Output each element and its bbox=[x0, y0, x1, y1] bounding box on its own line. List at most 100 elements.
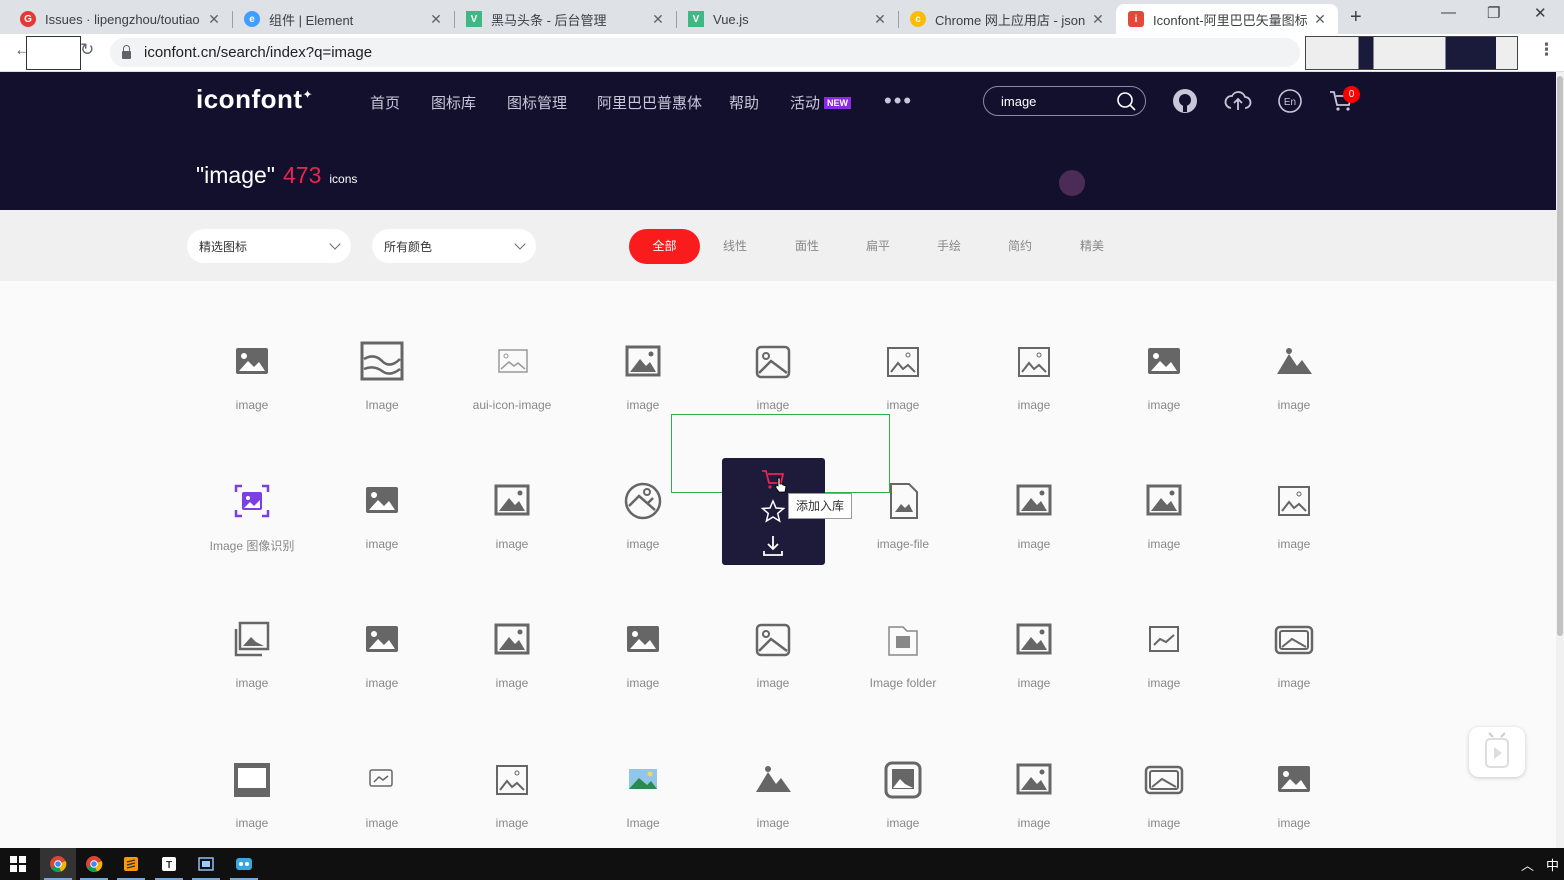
tab-issues[interactable]: G Issues · lipengzhou/toutiao ✕ bbox=[8, 4, 232, 34]
window-close-icon[interactable]: ✕ bbox=[1534, 4, 1547, 22]
category-flat[interactable]: 扁平 bbox=[853, 229, 903, 264]
icon-card[interactable]: image bbox=[1229, 427, 1359, 551]
category-simple[interactable]: 简约 bbox=[995, 229, 1045, 264]
taskbar-chrome-2[interactable] bbox=[76, 848, 112, 880]
icon-card[interactable]: image bbox=[1229, 706, 1359, 830]
icon-type-select[interactable]: 精选图标 bbox=[187, 229, 351, 263]
menu-icon[interactable]: ⋮ bbox=[1538, 40, 1555, 60]
close-tab-icon[interactable]: ✕ bbox=[428, 11, 444, 28]
tab-title: Iconfont-阿里巴巴矢量图标 bbox=[1153, 12, 1308, 28]
icon-card[interactable]: image bbox=[578, 288, 708, 412]
new-tab-button[interactable]: + bbox=[1350, 6, 1362, 29]
svg-text:En: En bbox=[1284, 97, 1296, 108]
close-tab-icon[interactable]: ✕ bbox=[1312, 11, 1328, 28]
taskbar-typora[interactable]: T bbox=[151, 848, 187, 880]
icon-card[interactable]: image bbox=[969, 706, 1099, 830]
taskbar-sublime[interactable] bbox=[113, 848, 149, 880]
iconfont-logo[interactable]: iconfont✦ bbox=[196, 84, 313, 115]
tab-webstore[interactable]: c Chrome 网上应用店 - json ✕ bbox=[898, 4, 1116, 34]
search-input[interactable]: image bbox=[983, 86, 1146, 116]
nav-icon-library[interactable]: 图标库 bbox=[431, 92, 476, 113]
close-tab-icon[interactable]: ✕ bbox=[650, 11, 666, 28]
nav-help[interactable]: 帮助 bbox=[729, 92, 759, 113]
icon-card[interactable]: image bbox=[1099, 566, 1229, 690]
close-tab-icon[interactable]: ✕ bbox=[1090, 11, 1106, 28]
icon-card[interactable]: image bbox=[1099, 706, 1229, 830]
icon-card[interactable]: Image bbox=[317, 288, 447, 412]
icon-card[interactable]: image bbox=[1229, 566, 1359, 690]
category-hand-drawn[interactable]: 手绘 bbox=[924, 229, 974, 264]
icon-card[interactable]: image bbox=[447, 706, 577, 830]
category-fill[interactable]: 面性 bbox=[782, 229, 832, 264]
upload-cloud-icon[interactable] bbox=[1224, 88, 1252, 114]
icon-card[interactable]: image bbox=[708, 706, 838, 830]
icon-label: image bbox=[1017, 398, 1051, 412]
floating-video-button[interactable] bbox=[1469, 727, 1525, 777]
icon-card[interactable]: image bbox=[1099, 288, 1229, 412]
image-icon bbox=[624, 482, 662, 520]
nav-home[interactable]: 首页 bbox=[370, 92, 400, 113]
tab-iconfont[interactable]: i Iconfont-阿里巴巴矢量图标 ✕ bbox=[1116, 4, 1338, 34]
windows-start-button[interactable] bbox=[0, 848, 36, 880]
icon-card[interactable]: image bbox=[838, 706, 968, 830]
close-tab-icon[interactable]: ✕ bbox=[872, 11, 888, 28]
nav-puhuiti[interactable]: 阿里巴巴普惠体 bbox=[597, 92, 702, 113]
tab-element[interactable]: e 组件 | Element ✕ bbox=[232, 4, 454, 34]
svg-text:T: T bbox=[166, 860, 172, 871]
category-line[interactable]: 线性 bbox=[710, 229, 760, 264]
favorite-star-icon[interactable] bbox=[760, 498, 786, 524]
category-all[interactable]: 全部 bbox=[629, 229, 700, 264]
icon-card[interactable]: aui-icon-image bbox=[447, 288, 577, 412]
color-select[interactable]: 所有颜色 bbox=[372, 229, 536, 263]
taskbar-app[interactable] bbox=[226, 848, 262, 880]
icon-card[interactable]: image bbox=[708, 288, 838, 412]
icon-card[interactable]: image bbox=[447, 427, 577, 551]
restore-icon[interactable]: ❐ bbox=[1487, 4, 1500, 22]
tray-chevron-up-icon[interactable]: ︿ bbox=[1521, 855, 1534, 874]
icon-card[interactable]: image bbox=[317, 706, 447, 830]
address-bar[interactable]: iconfont.cn/search/index?q=image bbox=[110, 38, 1300, 67]
tab-title: Vue.js bbox=[713, 11, 749, 27]
icon-card[interactable]: image bbox=[187, 706, 317, 830]
icon-card[interactable]: image bbox=[969, 566, 1099, 690]
image-icon bbox=[1277, 348, 1312, 374]
tab-heima[interactable]: V 黑马头条 - 后台管理 ✕ bbox=[454, 4, 676, 34]
icon-card[interactable]: image bbox=[187, 288, 317, 412]
icon-card[interactable]: Image bbox=[578, 706, 708, 830]
icon-card[interactable]: image bbox=[969, 288, 1099, 412]
language-en-icon[interactable]: En bbox=[1277, 88, 1303, 114]
icon-card[interactable]: image bbox=[578, 566, 708, 690]
taskbar-terminal[interactable] bbox=[188, 848, 224, 880]
icon-card[interactable]: image bbox=[969, 427, 1099, 551]
icon-card[interactable]: image bbox=[317, 566, 447, 690]
icon-card[interactable]: image bbox=[838, 288, 968, 412]
icon-card[interactable]: image bbox=[187, 566, 317, 690]
tab-vuejs[interactable]: V Vue.js ✕ bbox=[676, 4, 898, 34]
site-header: iconfont✦ 首页 图标库 图标管理 阿里巴巴普惠体 帮助 活动 NEW •… bbox=[0, 72, 1556, 210]
category-exquisite[interactable]: 精美 bbox=[1067, 229, 1117, 264]
nav-activity[interactable]: 活动 NEW bbox=[790, 92, 852, 113]
icon-card[interactable]: image bbox=[1099, 427, 1229, 551]
icon-label: image bbox=[886, 398, 920, 412]
github-icon[interactable] bbox=[1172, 88, 1198, 114]
close-tab-icon[interactable]: ✕ bbox=[206, 11, 222, 28]
chevron-down-icon bbox=[514, 238, 526, 250]
icon-card[interactable]: Image folder bbox=[838, 566, 968, 690]
cart-count-badge: 0 bbox=[1343, 86, 1360, 103]
more-icon[interactable]: ••• bbox=[884, 88, 913, 114]
reload-icon[interactable]: ↻ bbox=[80, 40, 94, 60]
download-icon[interactable] bbox=[760, 533, 786, 559]
nav-icon-manage[interactable]: 图标管理 bbox=[507, 92, 567, 113]
scrollbar-thumb[interactable] bbox=[1557, 76, 1563, 636]
search-icon[interactable] bbox=[1111, 87, 1145, 115]
icon-card[interactable]: image bbox=[708, 566, 838, 690]
icon-card[interactable]: image bbox=[1229, 288, 1359, 412]
icon-card[interactable]: image bbox=[447, 566, 577, 690]
lock-icon bbox=[122, 44, 131, 59]
icon-card[interactable]: image bbox=[317, 427, 447, 551]
taskbar-chrome[interactable] bbox=[40, 848, 76, 880]
ime-indicator[interactable]: 中 bbox=[1546, 855, 1559, 874]
icon-card[interactable]: Image 图像识别 bbox=[187, 427, 317, 553]
image-icon bbox=[1148, 348, 1180, 374]
minimize-icon[interactable]: — bbox=[1441, 4, 1456, 21]
